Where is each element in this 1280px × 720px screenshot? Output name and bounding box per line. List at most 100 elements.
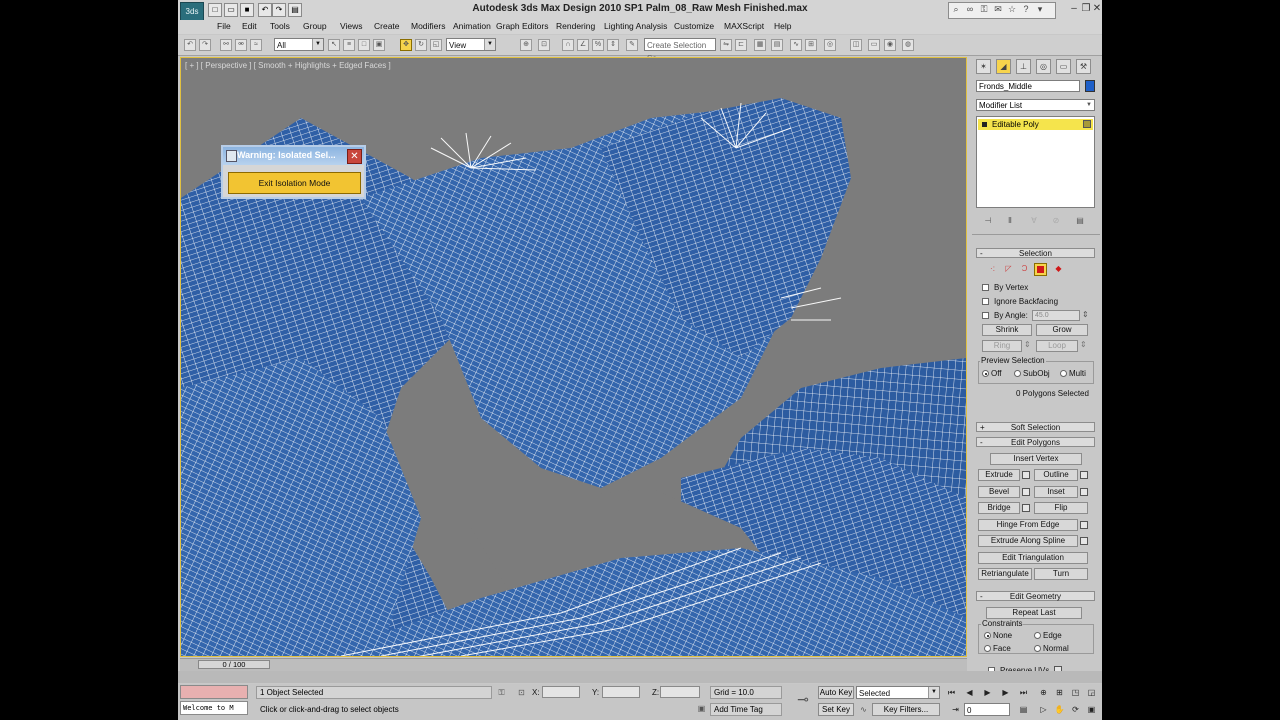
graphite-toggle-icon[interactable]: ▤ — [771, 39, 783, 51]
menu-maxscript[interactable]: MAXScript — [724, 21, 764, 31]
preview-off-radio[interactable] — [982, 370, 989, 377]
preview-subobj-radio[interactable] — [1014, 370, 1021, 377]
curve-editor-icon[interactable]: ∿ — [790, 39, 802, 51]
constraint-edge-radio[interactable] — [1034, 632, 1041, 639]
menu-lighting-analysis[interactable]: Lighting Analysis — [604, 21, 667, 31]
y-coordinate-field[interactable] — [602, 686, 640, 698]
orbit-icon[interactable]: ⟳ — [1070, 704, 1081, 715]
show-end-result-icon[interactable]: Ⅱ — [1004, 215, 1016, 227]
exit-isolation-button[interactable]: Exit Isolation Mode — [228, 172, 361, 194]
zoom-all-icon[interactable]: ⊞ — [1054, 687, 1065, 698]
goto-end-icon[interactable]: ⏭ — [1018, 687, 1029, 698]
soft-selection-rollout-header[interactable]: + Soft Selection — [976, 422, 1095, 432]
binoculars-icon[interactable]: ∞ — [963, 3, 977, 16]
help-dropdown-icon[interactable]: ▾ — [1033, 3, 1047, 16]
x-coordinate-field[interactable] — [542, 686, 580, 698]
pin-stack-icon[interactable]: ⊣ — [982, 215, 994, 227]
close-icon[interactable]: ✕ — [347, 149, 362, 164]
expand-icon[interactable] — [982, 122, 987, 127]
menu-group[interactable]: Group — [303, 21, 327, 31]
remove-modifier-icon[interactable]: ⊘ — [1050, 215, 1062, 227]
previous-frame-icon[interactable]: ◀ — [964, 687, 975, 698]
maxscript-listener[interactable]: Welcome to M — [180, 701, 248, 715]
add-time-tag-button[interactable]: Add Time Tag — [710, 703, 782, 716]
window-crossing-icon[interactable]: ▣ — [373, 39, 385, 51]
select-manipulate-icon[interactable]: ⊡ — [538, 39, 550, 51]
key-set-icon[interactable]: ∿ — [858, 704, 869, 715]
selection-rollout-header[interactable]: - Selection — [976, 248, 1095, 258]
motion-tab-icon[interactable]: ◎ — [1036, 59, 1051, 74]
key-mode-dropdown[interactable]: Selected ▼ — [856, 686, 940, 699]
menu-animation[interactable]: Animation — [453, 21, 491, 31]
rendered-frame-icon[interactable]: ▭ — [868, 39, 880, 51]
create-tab-icon[interactable]: ✶ — [976, 59, 991, 74]
extrude-along-spline-button[interactable]: Extrude Along Spline — [978, 535, 1078, 547]
maxscript-listener-top[interactable] — [180, 685, 248, 699]
mirror-icon[interactable]: ⇋ — [720, 39, 732, 51]
layer-manager-icon[interactable]: ▦ — [754, 39, 766, 51]
ring-button[interactable]: Ring — [982, 340, 1022, 352]
element-icon[interactable]: ◆ — [1052, 263, 1065, 276]
stack-item-editable-poly[interactable]: Editable Poly — [978, 119, 1093, 130]
viewport-label[interactable]: [ + ] [ Perspective ] [ Smooth + Highlig… — [185, 61, 391, 70]
time-slider[interactable]: 0 / 100 — [180, 658, 967, 671]
unlink-icon[interactable]: ⚮ — [235, 39, 247, 51]
ref-coord-dropdown[interactable]: View ▼ — [446, 38, 496, 51]
render-production-icon[interactable]: ◉ — [884, 39, 896, 51]
spinner-arrows-icon[interactable]: ⇕ — [1082, 310, 1089, 319]
edit-polygons-rollout-header[interactable]: - Edit Polygons — [976, 437, 1095, 447]
bevel-settings-icon[interactable] — [1022, 488, 1030, 496]
maximize-viewport-icon[interactable]: ▣ — [1086, 704, 1097, 715]
retriangulate-button[interactable]: Retriangulate — [978, 568, 1032, 580]
hinge-from-edge-button[interactable]: Hinge From Edge — [978, 519, 1078, 531]
next-frame-icon[interactable]: ▶ — [1000, 687, 1011, 698]
select-by-name-icon[interactable]: ≡ — [343, 39, 355, 51]
inset-button[interactable]: Inset — [1034, 486, 1078, 498]
repeat-last-button[interactable]: Repeat Last — [986, 607, 1082, 619]
bevel-button[interactable]: Bevel — [978, 486, 1020, 498]
auto-key-button[interactable]: Auto Key — [818, 686, 854, 699]
time-config-icon[interactable]: ▤ — [1018, 704, 1029, 715]
ignore-backfacing-checkbox[interactable] — [982, 298, 989, 305]
select-move-icon[interactable]: ✥ — [400, 39, 412, 51]
play-icon[interactable]: ▶ — [982, 687, 993, 698]
perspective-viewport[interactable]: [ + ] [ Perspective ] [ Smooth + Highlig… — [180, 57, 967, 657]
select-rotate-icon[interactable]: ↻ — [415, 39, 427, 51]
named-selection-input[interactable]: Create Selection Se — [644, 38, 716, 63]
communication-icon[interactable]: ✉ — [991, 3, 1005, 16]
angle-spinner[interactable]: 45.0 — [1032, 310, 1080, 321]
time-tag-icon[interactable]: ▣ — [696, 703, 707, 714]
align-icon[interactable]: ⊏ — [735, 39, 747, 51]
by-angle-checkbox[interactable] — [982, 312, 989, 319]
extrude-settings-icon[interactable] — [1022, 471, 1030, 479]
menu-rendering[interactable]: Rendering — [556, 21, 595, 31]
selection-filter-dropdown[interactable]: All ▼ — [274, 38, 324, 51]
stack-item-toggle-icon[interactable] — [1083, 120, 1091, 128]
configure-sets-icon[interactable]: ▤ — [1074, 215, 1086, 227]
star-icon[interactable]: ☆ — [1005, 3, 1019, 16]
redo-icon[interactable]: ↷ — [199, 39, 211, 51]
angle-snap-icon[interactable]: ∠ — [577, 39, 589, 51]
polygon-icon[interactable] — [1034, 263, 1047, 276]
constraint-face-radio[interactable] — [984, 645, 991, 652]
menu-graph-editors[interactable]: Graph Editors — [496, 21, 548, 31]
insert-vertex-button[interactable]: Insert Vertex — [990, 453, 1082, 465]
minimize-icon[interactable]: – — [1068, 3, 1080, 15]
extrude-button[interactable]: Extrude — [978, 469, 1020, 481]
ring-spinner-icon[interactable]: ⇕ — [1024, 340, 1031, 349]
loop-button[interactable]: Loop — [1036, 340, 1078, 352]
undo-icon[interactable]: ↶ — [184, 39, 196, 51]
modifier-list-dropdown[interactable]: Modifier List ▼ — [976, 99, 1095, 111]
extrude-spline-settings-icon[interactable] — [1080, 537, 1088, 545]
close-icon[interactable]: ✕ — [1091, 3, 1102, 15]
rect-selection-icon[interactable]: □ — [358, 39, 370, 51]
key-icon[interactable]: ⚿ — [977, 3, 991, 16]
menu-create[interactable]: Create — [374, 21, 400, 31]
help-icon[interactable]: ? — [1019, 3, 1033, 16]
menu-customize[interactable]: Customize — [674, 21, 714, 31]
edit-named-sel-icon[interactable]: ✎ — [626, 39, 638, 51]
modify-tab-icon[interactable]: ◢ — [996, 59, 1011, 74]
edit-triangulation-button[interactable]: Edit Triangulation — [978, 552, 1088, 564]
lock-icon[interactable]: ⚿ — [496, 687, 507, 698]
select-object-icon[interactable]: ↖ — [328, 39, 340, 51]
